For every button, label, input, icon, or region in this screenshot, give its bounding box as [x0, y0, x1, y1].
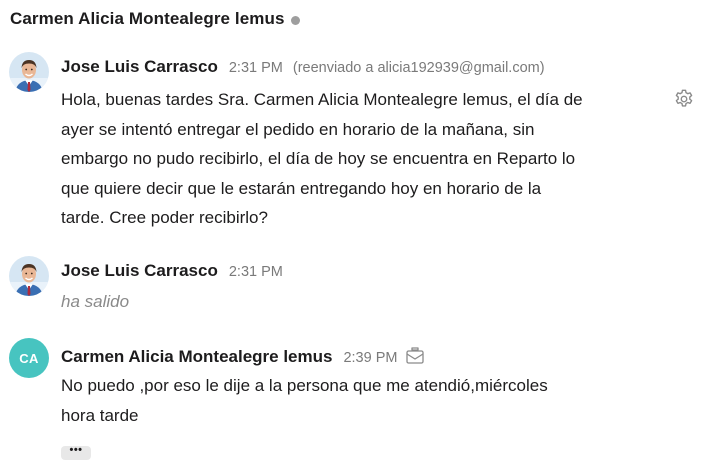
message-header: Jose Luis Carrasco 2:31 PM (reenviado a …	[61, 57, 545, 77]
message-line: Hola, buenas tardes Sra. Carmen Alicia M…	[61, 90, 583, 109]
message-header: Carmen Alicia Montealegre lemus 2:39 PM	[61, 344, 425, 367]
message-line: No puedo ,por eso le dije a la persona q…	[61, 376, 548, 395]
sender-name[interactable]: Jose Luis Carrasco	[61, 261, 218, 281]
message-line: hora tarde	[61, 405, 139, 425]
avatar[interactable]	[9, 256, 49, 296]
sender-name[interactable]: Jose Luis Carrasco	[61, 57, 218, 77]
message-header: Jose Luis Carrasco 2:31 PM	[61, 261, 283, 281]
gear-icon[interactable]	[673, 88, 695, 110]
message-timestamp[interactable]: 2:31 PM	[229, 264, 283, 280]
message-line: que quiere decir que le estarán entregan…	[61, 178, 542, 198]
message-timestamp[interactable]: 2:39 PM	[343, 350, 397, 366]
message-text: ha salido	[61, 287, 129, 317]
message-line: embargo no pudo recibirlo, el día de hoy…	[61, 149, 576, 168]
conversation-header: Carmen Alicia Montealegre lemus	[10, 8, 300, 30]
message-line: ha salido	[61, 292, 130, 311]
sender-name[interactable]: Carmen Alicia Montealegre lemus	[61, 347, 332, 367]
more-actions-button[interactable]: •••	[61, 445, 91, 460]
avatar[interactable]: CA	[9, 338, 49, 378]
message-line: ayer se intentó entregar el pedido en ho…	[61, 119, 535, 139]
avatar-photo	[9, 256, 49, 296]
forwarded-note: (reenviado a alicia192939@gmail.com)	[292, 60, 545, 76]
presence-status-dot	[290, 15, 300, 25]
message-line: tarde. Cree poder recibirlo?	[61, 208, 268, 227]
message-text: No puedo ,por eso le dije a la persona q…	[61, 371, 548, 430]
message-timestamp[interactable]: 2:31 PM	[229, 60, 283, 76]
message-text: Hola, buenas tardes Sra. Carmen Alicia M…	[61, 85, 583, 233]
avatar-initials: CA	[19, 350, 39, 366]
conversation-title[interactable]: Carmen Alicia Montealegre lemus	[10, 9, 285, 29]
email-icon	[406, 347, 425, 364]
avatar[interactable]	[9, 52, 49, 92]
avatar-photo	[9, 52, 49, 92]
